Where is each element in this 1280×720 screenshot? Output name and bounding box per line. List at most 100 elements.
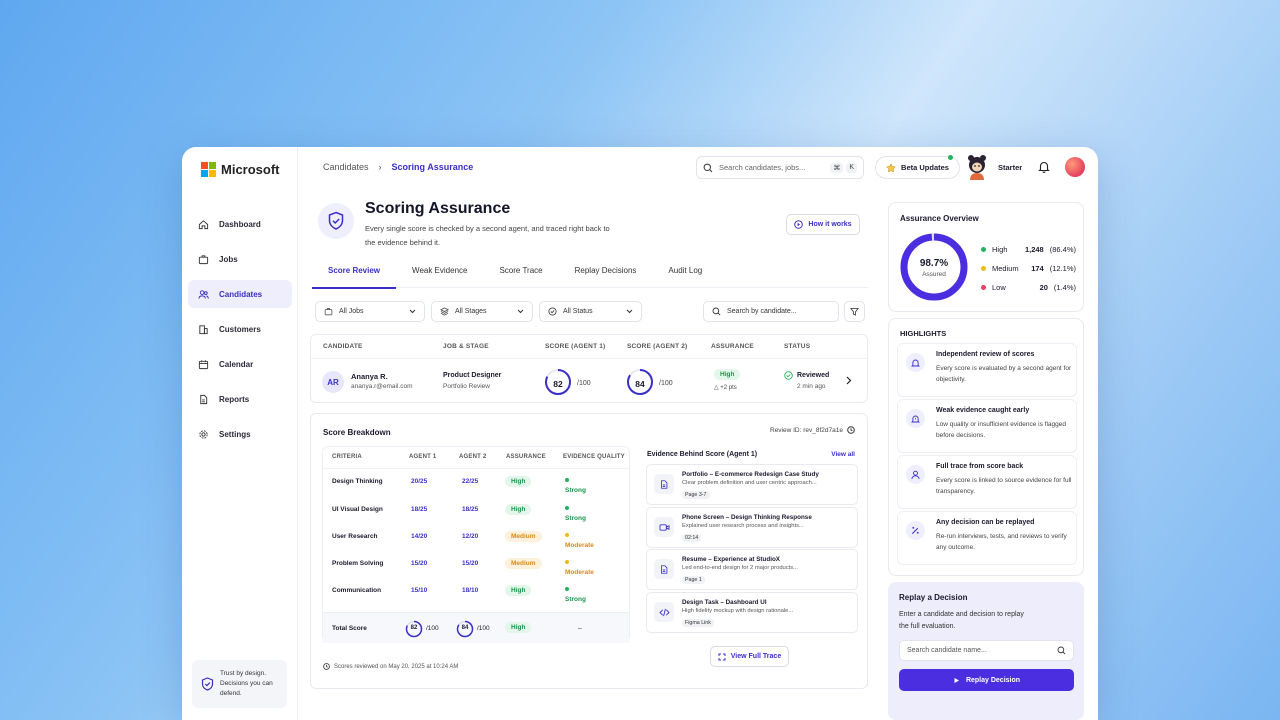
overview-title: Assurance Overview — [900, 214, 979, 223]
table-row[interactable]: Design Thinking 20/25 22/25 High Strong — [323, 469, 629, 496]
sidebar-item-customers[interactable]: Customers — [188, 315, 292, 343]
replay-search-input[interactable]: Search candidate name... — [899, 640, 1074, 661]
how-it-works-button[interactable]: How it works — [786, 214, 860, 235]
agent2-score-max: /100 — [659, 380, 673, 387]
tab-weak-evidence[interactable]: Weak Evidence — [396, 259, 483, 288]
column-header: STATUS — [784, 343, 811, 350]
sidebar-item-label: Calendar — [219, 359, 254, 369]
table-row[interactable]: User Research 14/20 12/20 Medium Moderat… — [323, 524, 629, 551]
filter-button[interactable] — [844, 301, 865, 322]
view-all-link[interactable]: View all — [831, 451, 855, 458]
jobs-filter-select[interactable]: All Jobs — [315, 301, 425, 322]
sidebar-item-calendar[interactable]: Calendar — [188, 350, 292, 378]
bell-icon[interactable] — [1038, 160, 1050, 173]
highlight-title: Any decision can be replayed — [936, 519, 1035, 526]
brand-logo[interactable]: Microsoft — [201, 162, 280, 177]
star-icon — [886, 162, 896, 172]
highlight-item: Full trace from score back Every score i… — [897, 455, 1077, 509]
assurance-badge: High — [505, 504, 532, 515]
topbar: Candidates › Scoring Assurance Search ca… — [298, 147, 1098, 189]
column-header: ASSURANCE — [506, 454, 546, 460]
tab-bar: Score Review Weak Evidence Score Trace R… — [312, 259, 868, 289]
sidebar-item-jobs[interactable]: Jobs — [188, 245, 292, 273]
legend-item-low: Low 20 (1.4%) — [981, 283, 1076, 292]
sidebar-item-settings[interactable]: Settings — [188, 420, 292, 448]
tab-replay-decisions[interactable]: Replay Decisions — [559, 259, 653, 288]
tab-score-trace[interactable]: Score Trace — [483, 259, 558, 288]
sidebar-item-candidates[interactable]: Candidates — [188, 280, 292, 308]
clock-icon — [323, 663, 330, 670]
search-icon — [703, 163, 713, 172]
mascot-avatar-icon[interactable] — [966, 154, 988, 180]
highlight-desc: Low quality or insufficient evidence is … — [936, 421, 1066, 439]
legend-pct: (1.4%) — [1053, 283, 1076, 292]
view-full-trace-button[interactable]: View Full Trace — [710, 646, 789, 667]
trust-line: Trust by design. — [220, 670, 267, 677]
overview-percent: 98.7% — [919, 258, 949, 269]
legend-value: 20 — [1039, 283, 1048, 292]
briefcase-icon — [198, 254, 209, 264]
quality-dot — [565, 478, 569, 482]
highlight-icon — [906, 409, 925, 428]
play-icon — [954, 677, 959, 683]
breakdown-table: CRITERIA AGENT 1 AGENT 2 ASSURANCE EVIDE… — [322, 446, 630, 643]
evidence-card[interactable]: Portfolio – E-commerce Redesign Case Stu… — [646, 464, 858, 505]
status-filter-value: All Status — [563, 308, 593, 315]
candidate-search-input[interactable]: Search by candidate... — [703, 301, 839, 322]
legend-name: Medium — [992, 264, 1019, 273]
criteria-name: User Research — [332, 533, 378, 540]
agent1-score: 18/25 — [411, 506, 428, 513]
assurance-badge: Medium — [505, 558, 542, 569]
page-header-icon — [318, 203, 354, 239]
user-avatar[interactable] — [1065, 157, 1085, 177]
agent2-score: 22/25 — [462, 478, 479, 485]
sidebar-item-reports[interactable]: Reports — [188, 385, 292, 413]
evidence-quality: Strong — [565, 478, 586, 494]
users-icon — [198, 289, 209, 299]
assurance-badge: High — [505, 622, 532, 633]
quality-dot — [565, 587, 569, 591]
tab-audit-log[interactable]: Audit Log — [652, 259, 718, 288]
user-icon — [911, 470, 920, 479]
replay-decision-button[interactable]: Replay Decision — [899, 669, 1074, 691]
kbd-k: K — [846, 162, 857, 173]
table-row[interactable]: Communication 15/10 18/10 High Strong — [323, 578, 629, 605]
search-icon — [712, 307, 721, 316]
beta-updates-button[interactable]: Beta Updates — [875, 155, 960, 179]
column-header: CANDIDATE — [323, 343, 363, 350]
stages-filter-value: All Stages — [455, 308, 487, 315]
calendar-icon — [198, 359, 209, 369]
legend-value: 174 — [1031, 264, 1044, 273]
evidence-card[interactable]: Phone Screen – Design Thinking Response … — [646, 507, 858, 548]
criteria-name: UI Visual Design — [332, 506, 383, 513]
evidence-card[interactable]: Design Task – Dashboard UI High fidelity… — [646, 592, 858, 633]
play-circle-icon — [794, 220, 804, 229]
layers-icon — [440, 307, 449, 316]
evidence-card[interactable]: Resume – Experience at StudioX Led end-t… — [646, 549, 858, 590]
chevron-right-icon[interactable] — [846, 376, 852, 385]
agent1-score: 20/25 — [411, 478, 428, 485]
agent2-score: 12/20 — [462, 533, 479, 540]
chevron-down-icon — [517, 309, 524, 314]
sidebar-item-dashboard[interactable]: Dashboard — [188, 210, 292, 238]
tab-score-review[interactable]: Score Review — [312, 259, 397, 289]
table-row[interactable]: Problem Solving 15/20 15/20 Medium Moder… — [323, 551, 629, 578]
gear-icon — [199, 429, 208, 439]
global-search-input[interactable]: Search candidates, jobs... ⌘ K — [696, 156, 864, 179]
quality-label: Strong — [565, 487, 586, 494]
table-row[interactable]: UI Visual Design 18/25 18/25 High Strong — [323, 497, 629, 524]
stages-filter-select[interactable]: All Stages — [431, 301, 533, 322]
beta-label: Beta Updates — [901, 163, 949, 172]
highlight-title: Independent review of scores — [936, 351, 1035, 358]
reviewed-note: Scores reviewed on May 20, 2025 at 10:24… — [323, 663, 458, 670]
plan-label[interactable]: Starter — [998, 163, 1022, 172]
status-filter-select[interactable]: All Status — [539, 301, 642, 322]
copy-icon[interactable] — [847, 426, 855, 434]
column-header: SCORE (AGENT 1) — [545, 343, 606, 350]
sidebar-item-label: Settings — [219, 429, 251, 439]
breadcrumb-candidates[interactable]: Candidates — [323, 162, 369, 172]
evidence-icon — [654, 559, 674, 579]
agent2-score: 15/20 — [462, 560, 479, 567]
evidence-icon — [654, 602, 674, 622]
replay-title: Replay a Decision — [899, 593, 968, 602]
